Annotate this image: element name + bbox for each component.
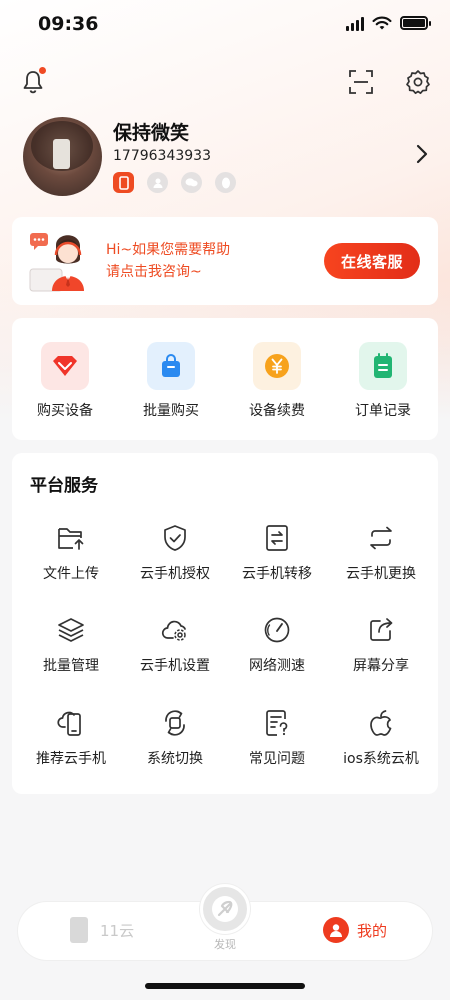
screen-share-item[interactable]: 屏幕分享: [328, 615, 434, 675]
service-label: 推荐云手机: [36, 751, 106, 767]
phone-badge[interactable]: [113, 172, 134, 193]
wifi-icon: [372, 16, 392, 29]
gear-icon: [406, 70, 430, 95]
service-label: 云手机授权: [140, 566, 210, 582]
service-label: 常见问题: [249, 751, 305, 767]
user-badge[interactable]: [147, 172, 168, 193]
signal-icon: [346, 15, 364, 31]
file-upload-item[interactable]: 文件上传: [18, 523, 124, 583]
cloud-phone-settings-item[interactable]: 云手机设置: [122, 615, 228, 675]
service-label: 云手机更换: [346, 566, 416, 582]
cloud-phone-icon: [56, 708, 86, 738]
avatar[interactable]: [23, 117, 102, 196]
help-text: Hi~如果您需要帮助 请点击我咨询~: [106, 239, 230, 283]
transfer-icon: [262, 523, 292, 553]
notepad-icon: [359, 342, 407, 390]
share-icon: [366, 615, 396, 645]
scan-button[interactable]: [346, 67, 376, 97]
status-bar: 09:36: [0, 0, 450, 50]
service-label: 批量管理: [43, 658, 99, 674]
service-label: 系统切换: [147, 751, 203, 767]
ios-cloud-phone-item[interactable]: ios系统云机: [328, 708, 434, 768]
buy-device-item[interactable]: 购买设备: [12, 342, 118, 420]
customer-service-illustration: [29, 233, 84, 292]
help-line-1: Hi~如果您需要帮助: [106, 242, 231, 258]
speedometer-icon: [262, 615, 292, 645]
chat-badge[interactable]: [181, 172, 202, 193]
cloud-phone-transfer-item[interactable]: 云手机转移: [224, 523, 330, 583]
chat-icon: [185, 178, 198, 187]
phone-tab-icon: [70, 917, 88, 943]
service-label: 网络测速: [249, 658, 305, 674]
cloud-gear-icon: [160, 615, 190, 645]
platform-services-card: 平台服务 文件上传 云手机授权 云手机转移 云手机更换 批量管理 云手机设置 网…: [12, 453, 438, 794]
help-card: Hi~如果您需要帮助 请点击我咨询~ 在线客服: [12, 217, 438, 305]
recommend-cloud-phone-item[interactable]: 推荐云手机: [18, 708, 124, 768]
quick-label: 批量购买: [143, 403, 199, 419]
nav-cloud-tab[interactable]: 11云: [70, 917, 134, 943]
discover-icon: [200, 884, 250, 934]
nav-discover-tab[interactable]: 发现: [200, 884, 250, 952]
online-service-button[interactable]: 在线客服: [324, 243, 420, 279]
notification-dot: [39, 67, 46, 74]
quick-label: 设备续费: [249, 403, 305, 419]
diamond-icon: [41, 342, 89, 390]
switch-icon: [160, 708, 190, 738]
shield-check-icon: [160, 523, 190, 553]
quick-actions-card: 购买设备 批量购买 设备续费 订单记录: [12, 318, 438, 440]
cloud-phone-authorize-item[interactable]: 云手机授权: [122, 523, 228, 583]
order-records-item[interactable]: 订单记录: [330, 342, 436, 420]
services-title: 平台服务: [30, 476, 98, 496]
bottom-nav: 11云 发现 我的: [18, 884, 432, 960]
binding-badges: [113, 172, 236, 193]
yen-icon: [253, 342, 301, 390]
scan-icon: [349, 70, 373, 94]
nav-cloud-label: 11云: [100, 921, 135, 940]
shopping-bag-icon: [147, 342, 195, 390]
user-icon: [153, 178, 162, 188]
penguin-icon: [221, 177, 230, 189]
penguin-badge[interactable]: [215, 172, 236, 193]
bulk-management-item[interactable]: 批量管理: [18, 615, 124, 675]
service-label: 文件上传: [43, 566, 99, 582]
system-switch-item[interactable]: 系统切换: [122, 708, 228, 768]
layers-icon: [56, 615, 86, 645]
faq-item[interactable]: 常见问题: [224, 708, 330, 768]
service-label: 云手机转移: [242, 566, 312, 582]
profile-tab-icon: [323, 917, 349, 943]
settings-button[interactable]: [403, 67, 433, 97]
apple-icon: [366, 708, 396, 738]
help-line-2: 请点击我咨询~: [106, 264, 202, 280]
notification-bell-button[interactable]: [18, 67, 48, 97]
status-time: 09:36: [38, 13, 99, 35]
quick-label: 订单记录: [355, 403, 411, 419]
battery-icon: [400, 16, 431, 30]
nav-mine-label: 我的: [357, 921, 388, 940]
swap-icon: [366, 523, 396, 553]
nav-discover-label: 发现: [214, 938, 236, 951]
nav-mine-tab[interactable]: 我的: [323, 917, 387, 943]
cloud-phone-replace-item[interactable]: 云手机更换: [328, 523, 434, 583]
phone-icon: [118, 175, 129, 190]
service-label: 屏幕分享: [353, 658, 409, 674]
status-icons: [346, 15, 431, 31]
home-indicator: [145, 983, 305, 989]
quick-label: 购买设备: [37, 403, 93, 419]
bulk-buy-item[interactable]: 批量购买: [118, 342, 224, 420]
folder-upload-icon: [56, 523, 86, 553]
renew-device-item[interactable]: 设备续费: [224, 342, 330, 420]
faq-icon: [262, 708, 292, 738]
network-speed-test-item[interactable]: 网络测速: [224, 615, 330, 675]
profile-phone: 17796343933: [113, 148, 211, 164]
chevron-right-icon[interactable]: [410, 141, 434, 167]
service-label: ios系统云机: [343, 751, 419, 767]
profile-name: 保持微笑: [113, 122, 190, 144]
service-label: 云手机设置: [140, 658, 210, 674]
